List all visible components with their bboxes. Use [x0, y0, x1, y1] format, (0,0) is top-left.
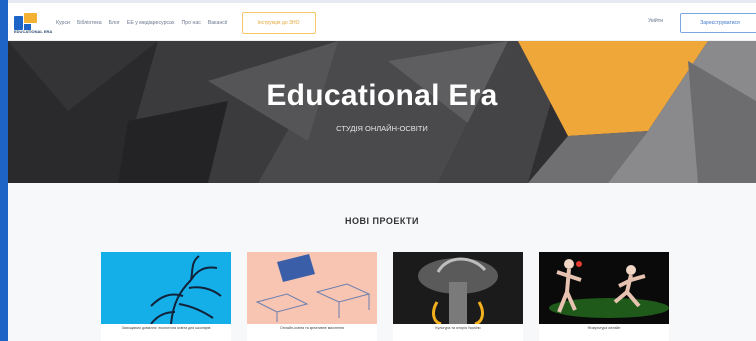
menu-item-courses[interactable]: Курси: [56, 20, 70, 26]
project-image-statue: [393, 252, 523, 324]
logo[interactable]: EDUCATIONAL ERA: [14, 12, 52, 34]
logo-mark-icon: [14, 15, 23, 30]
browser-top-edge: [0, 0, 756, 3]
hero-subtitle: СТУДІЯ ОНЛАЙН-ОСВІТИ: [336, 124, 428, 133]
project-card-1[interactable]: Захищаємо довкілля: екологічна освіта дл…: [101, 252, 231, 341]
project-caption-4: Фізкультура онлайн: [587, 326, 621, 330]
cta-button[interactable]: Інструкція до ЗНО: [241, 11, 316, 34]
logo-text: EDUCATIONAL ERA: [14, 28, 53, 34]
project-caption-1: Захищаємо довкілля: екологічна освіта дл…: [121, 326, 211, 330]
project-image-classroom: [247, 252, 377, 324]
project-card-3[interactable]: Культура та історія України: [393, 252, 523, 341]
menu-item-media[interactable]: ЕЕ у медіаресурсах: [127, 20, 175, 26]
project-card-4[interactable]: Фізкультура онлайн: [539, 252, 669, 341]
top-navigation: EDUCATIONAL ERA Курси Бібліотека Блог ЕЕ…: [8, 5, 756, 41]
login-link[interactable]: Увійти: [648, 18, 663, 24]
register-button[interactable]: Зареєструватися: [680, 13, 756, 33]
project-image-athletes: [539, 252, 669, 324]
new-projects-section: НОВІ ПРОЕКТИ Захищаємо довкілля: екологі…: [8, 183, 756, 341]
window-left-edge: [0, 0, 8, 341]
menu-item-blog[interactable]: Блог: [109, 20, 120, 26]
menu-item-vacancies[interactable]: Вакансії: [208, 20, 228, 26]
hero-banner: Educational Era СТУДІЯ ОНЛАЙН-ОСВІТИ: [8, 41, 756, 183]
project-card-2[interactable]: Онлайн-освіта та креативне мислення: [247, 252, 377, 341]
project-caption-2: Онлайн-освіта та креативне мислення: [279, 326, 345, 330]
project-image-plant: [101, 252, 231, 324]
project-caption-3: Культура та історія України: [435, 326, 481, 330]
hero-title: Educational Era: [266, 79, 498, 112]
main-menu: Курси Бібліотека Блог ЕЕ у медіаресурсах…: [56, 20, 228, 26]
section-title: НОВІ ПРОЕКТИ: [344, 216, 420, 226]
menu-item-about[interactable]: Про нас: [182, 20, 201, 26]
menu-item-library[interactable]: Бібліотека: [77, 20, 102, 26]
